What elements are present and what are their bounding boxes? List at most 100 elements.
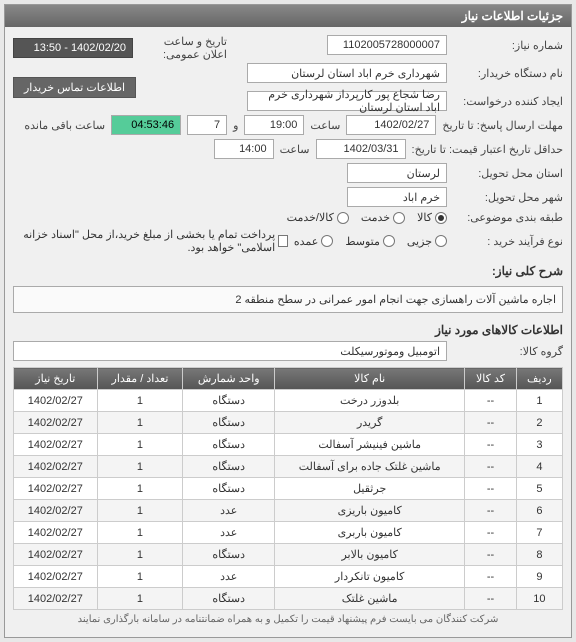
col-header[interactable]: ردیف (516, 368, 562, 390)
col-header[interactable]: تاریخ نیاز (14, 368, 98, 390)
need-no-label: شماره نیاز: (453, 39, 563, 52)
cell-qty: 1 (97, 478, 183, 500)
table-row[interactable]: 8--کامیون بالابردستگاه11402/02/27 (14, 544, 563, 566)
radio-goods-service[interactable]: کالا/خدمت (287, 211, 349, 224)
cell-date: 1402/02/27 (14, 434, 98, 456)
buyer-field: شهرداری خرم اباد استان لرستان (247, 63, 447, 83)
cell-code: -- (465, 456, 516, 478)
cell-idx: 9 (516, 566, 562, 588)
cell-date: 1402/02/27 (14, 456, 98, 478)
cell-unit: دستگاه (183, 434, 275, 456)
validity-time-field: 14:00 (214, 139, 274, 159)
cell-idx: 7 (516, 522, 562, 544)
cell-date: 1402/02/27 (14, 412, 98, 434)
cell-date: 1402/02/27 (14, 390, 98, 412)
cell-idx: 8 (516, 544, 562, 566)
table-row[interactable]: 7--کامیون باربریعدد11402/02/27 (14, 522, 563, 544)
cell-name: کامیون بالابر (275, 544, 465, 566)
col-header[interactable]: تعداد / مقدار (97, 368, 183, 390)
pay-checkbox[interactable]: پرداخت تمام یا بخشی از مبلغ خرید،از محل … (13, 228, 288, 254)
time-label-2: ساعت (280, 143, 310, 156)
contact-button[interactable]: اطلاعات تماس خریدار (13, 77, 136, 98)
category-radio-group: کالا خدمت کالا/خدمت (287, 211, 447, 224)
cell-qty: 1 (97, 544, 183, 566)
cell-qty: 1 (97, 522, 183, 544)
items-header: اطلاعات کالاهای مورد نیاز (13, 319, 563, 341)
checkbox-icon (278, 235, 288, 247)
validity-label: حداقل تاریخ اعتبار قیمت: تا تاریخ: (412, 143, 563, 156)
cell-idx: 10 (516, 588, 562, 610)
cell-code: -- (465, 390, 516, 412)
cell-unit: دستگاه (183, 412, 275, 434)
col-header[interactable]: واحد شمارش (183, 368, 275, 390)
deadline-days-field: 7 (187, 115, 227, 135)
cell-code: -- (465, 544, 516, 566)
radio-minor[interactable]: جزیی (407, 235, 447, 248)
table-row[interactable]: 6--کامیون باریزیعدد11402/02/27 (14, 500, 563, 522)
cell-unit: دستگاه (183, 478, 275, 500)
announce-field: 1402/02/20 - 13:50 (13, 38, 133, 58)
cell-date: 1402/02/27 (14, 478, 98, 500)
cell-unit: دستگاه (183, 456, 275, 478)
radio-dot-icon (435, 235, 447, 247)
cell-qty: 1 (97, 456, 183, 478)
deadline-label: مهلت ارسال پاسخ: تا تاریخ (442, 119, 563, 132)
table-row[interactable]: 3--ماشین فینیشر آسفالتدستگاه11402/02/27 (14, 434, 563, 456)
cell-name: کامیون باریزی (275, 500, 465, 522)
cell-name: ماشین غلتک جاده برای آسفالت (275, 456, 465, 478)
table-row[interactable]: 4--ماشین غلتک جاده برای آسفالتدستگاه1140… (14, 456, 563, 478)
cell-date: 1402/02/27 (14, 566, 98, 588)
cell-code: -- (465, 500, 516, 522)
desc-box: اجاره ماشین آلات راهسازی جهت انجام امور … (13, 286, 563, 313)
cell-code: -- (465, 478, 516, 500)
city-label: شهر محل تحویل: (453, 191, 563, 204)
deadline-time-field: 19:00 (244, 115, 304, 135)
table-row[interactable]: 1--بلدوزر درختدستگاه11402/02/27 (14, 390, 563, 412)
details-panel: جزئیات اطلاعات نیاز شماره نیاز: 11020057… (4, 4, 572, 638)
radio-dot-icon (337, 212, 349, 224)
table-row[interactable]: 9--کامیون تانکردارعدد11402/02/27 (14, 566, 563, 588)
cell-unit: دستگاه (183, 544, 275, 566)
radio-major[interactable]: عمده (294, 235, 333, 248)
city-field: خرم اباد (347, 187, 447, 207)
cell-name: کامیون باربری (275, 522, 465, 544)
cell-name: جرثقیل (275, 478, 465, 500)
and-label: و (233, 119, 238, 132)
col-header[interactable]: کد کالا (465, 368, 516, 390)
need-no-field: 1102005728000007 (327, 35, 447, 55)
panel-title: جزئیات اطلاعات نیاز (5, 5, 571, 27)
table-row[interactable]: 2--گریدردستگاه11402/02/27 (14, 412, 563, 434)
announce-label: تاریخ و ساعت اعلان عمومی: (139, 35, 227, 61)
footer-note: شرکت کنندگان می بایست فرم پیشنهاد قیمت ر… (13, 610, 563, 629)
cell-date: 1402/02/27 (14, 544, 98, 566)
cell-code: -- (465, 412, 516, 434)
desc-title: شرح کلی نیاز: (13, 260, 563, 282)
cell-idx: 1 (516, 390, 562, 412)
cell-idx: 5 (516, 478, 562, 500)
cell-date: 1402/02/27 (14, 522, 98, 544)
cell-idx: 3 (516, 434, 562, 456)
items-table: ردیفکد کالانام کالاواحد شمارشتعداد / مقد… (13, 367, 563, 610)
cell-name: ماشین فینیشر آسفالت (275, 434, 465, 456)
buy-type-radio-group: جزیی متوسط عمده (294, 235, 447, 248)
cell-qty: 1 (97, 412, 183, 434)
table-row[interactable]: 10--ماشین غلتکدستگاه11402/02/27 (14, 588, 563, 610)
radio-dot-icon (435, 212, 447, 224)
buyer-label: نام دستگاه خریدار: (453, 67, 563, 80)
cell-code: -- (465, 566, 516, 588)
radio-medium[interactable]: متوسط (345, 235, 395, 248)
cell-code: -- (465, 522, 516, 544)
cell-idx: 2 (516, 412, 562, 434)
col-header[interactable]: نام کالا (275, 368, 465, 390)
cell-code: -- (465, 588, 516, 610)
cell-qty: 1 (97, 434, 183, 456)
radio-goods[interactable]: کالا (417, 211, 447, 224)
group-label: گروه کالا: (453, 345, 563, 358)
cell-date: 1402/02/27 (14, 588, 98, 610)
cell-name: بلدوزر درخت (275, 390, 465, 412)
table-row[interactable]: 5--جرثقیلدستگاه11402/02/27 (14, 478, 563, 500)
category-label: طبقه بندی موضوعی: (453, 211, 563, 224)
radio-service[interactable]: خدمت (361, 211, 405, 224)
deadline-date-field: 1402/02/27 (346, 115, 436, 135)
requester-label: ایجاد کننده درخواست: (453, 95, 563, 108)
